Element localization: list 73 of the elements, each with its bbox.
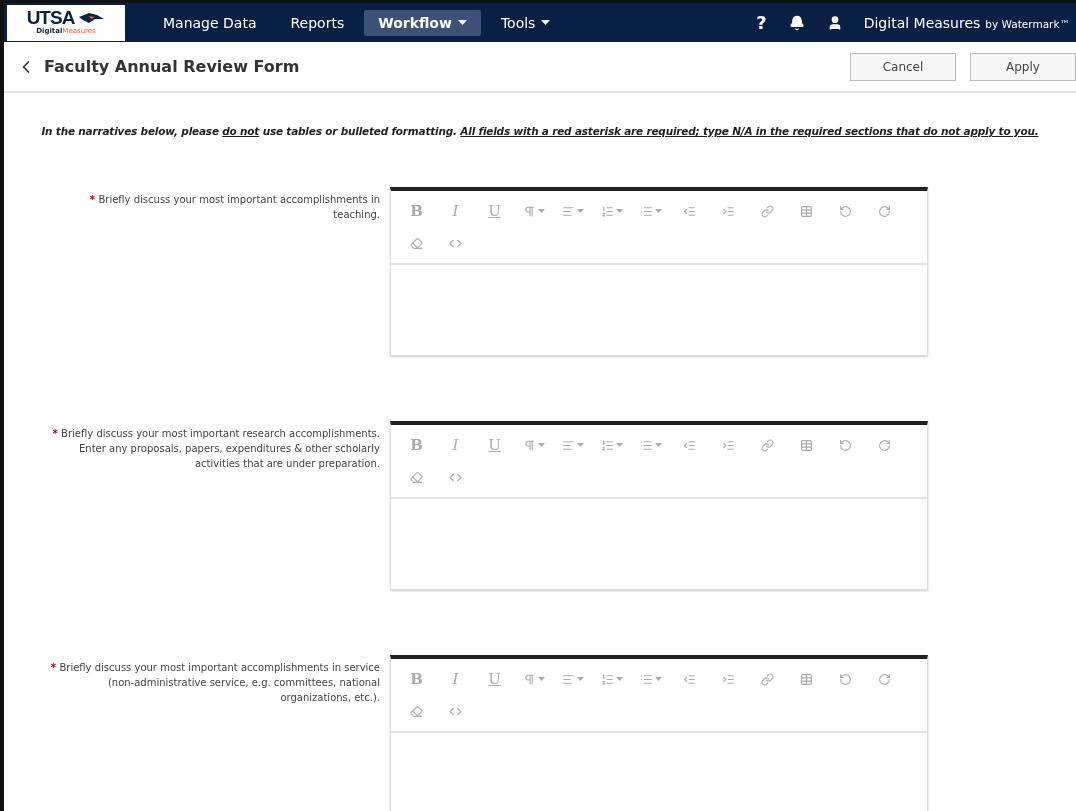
eraser-icon — [410, 236, 423, 250]
rich-text-editor[interactable]: B I U — [390, 187, 928, 356]
eraser-icon — [410, 704, 423, 718]
bold-button[interactable]: B — [397, 429, 436, 461]
caret-icon — [457, 20, 467, 25]
caret-icon — [615, 443, 623, 447]
indent-icon — [722, 204, 735, 218]
brand-logo: Digital Measures by Watermark™ — [863, 14, 1070, 31]
caret-icon — [615, 209, 623, 213]
italic-button[interactable]: I — [436, 663, 475, 695]
bird-logo-icon — [77, 11, 106, 25]
link-icon — [761, 672, 774, 686]
instructions-text: In the narratives below, please do not use tables or bulleted formatting. All fields with a red asterisk are required; type N/A in the required sections that do not apply to you. — [40, 124, 1040, 139]
pilcrow-icon — [522, 438, 536, 452]
redo-icon — [878, 204, 891, 218]
nav-menu-item[interactable]: Manage Data — [149, 9, 271, 36]
field-label: * Briefly discuss your most important research accomplishments. Enter any proposals, papers, expenditures & other scholarly activities that are under preparation. — [51, 427, 380, 471]
nav-menu-item[interactable]: Tools — [486, 9, 565, 36]
field-label: * Briefly discuss your most important accomplishments in teaching. — [88, 193, 380, 222]
numbered-list-icon — [600, 672, 614, 686]
numbered-list-icon — [600, 438, 614, 452]
undo-icon — [839, 204, 852, 218]
link-icon — [761, 204, 774, 218]
bulleted-list-icon — [639, 438, 653, 452]
rich-text-editor[interactable]: B I U — [390, 655, 928, 811]
rich-text-editor[interactable]: B I U — [390, 421, 928, 590]
outdent-icon — [683, 438, 696, 452]
underline-button[interactable]: U — [475, 663, 514, 695]
link-icon — [761, 438, 774, 452]
align-left-icon — [561, 204, 575, 218]
caret-icon — [654, 677, 662, 681]
apply-button[interactable]: Apply — [970, 52, 1076, 81]
help-button[interactable]: ? — [745, 12, 778, 33]
undo-icon — [839, 672, 852, 686]
redo-icon — [878, 438, 891, 452]
caret-icon — [537, 677, 545, 681]
pilcrow-icon — [522, 672, 536, 686]
indent-icon — [722, 672, 735, 686]
redo-icon — [878, 672, 891, 686]
align-left-icon — [561, 672, 575, 686]
caret-icon — [576, 677, 584, 681]
page-title: Faculty Annual Review Form — [44, 57, 301, 76]
bold-button[interactable]: B — [397, 195, 436, 227]
underline-button[interactable]: U — [475, 195, 514, 227]
table-icon — [800, 438, 813, 452]
undo-icon — [839, 438, 852, 452]
caret-icon — [615, 677, 623, 681]
caret-icon — [537, 209, 545, 213]
cancel-button[interactable]: Cancel — [850, 52, 956, 81]
italic-button[interactable]: I — [436, 195, 475, 227]
numbered-list-icon — [600, 204, 614, 218]
outdent-icon — [683, 672, 696, 686]
caret-icon — [576, 443, 584, 447]
align-left-icon — [561, 438, 575, 452]
outdent-icon — [683, 204, 696, 218]
pilcrow-icon — [522, 204, 536, 218]
table-icon — [800, 204, 813, 218]
caret-icon — [654, 443, 662, 447]
italic-button[interactable]: I — [436, 429, 475, 461]
nav-menu-item[interactable]: Workflow — [364, 9, 481, 36]
field-label: * Briefly discuss your most important accomplishments in service (non-administrative service, e.g. committees, national organizations, etc.). — [49, 661, 380, 705]
nav-menu-item[interactable]: Reports — [276, 9, 359, 36]
eraser-icon — [410, 470, 423, 484]
indent-icon — [722, 438, 735, 452]
bulleted-list-icon — [639, 672, 653, 686]
caret-icon — [576, 209, 584, 213]
caret-icon — [541, 20, 551, 25]
caret-icon — [654, 209, 662, 213]
table-icon — [800, 672, 813, 686]
bold-button[interactable]: B — [397, 663, 436, 695]
caret-icon — [537, 443, 545, 447]
underline-button[interactable]: U — [475, 429, 514, 461]
bulleted-list-icon — [639, 204, 653, 218]
